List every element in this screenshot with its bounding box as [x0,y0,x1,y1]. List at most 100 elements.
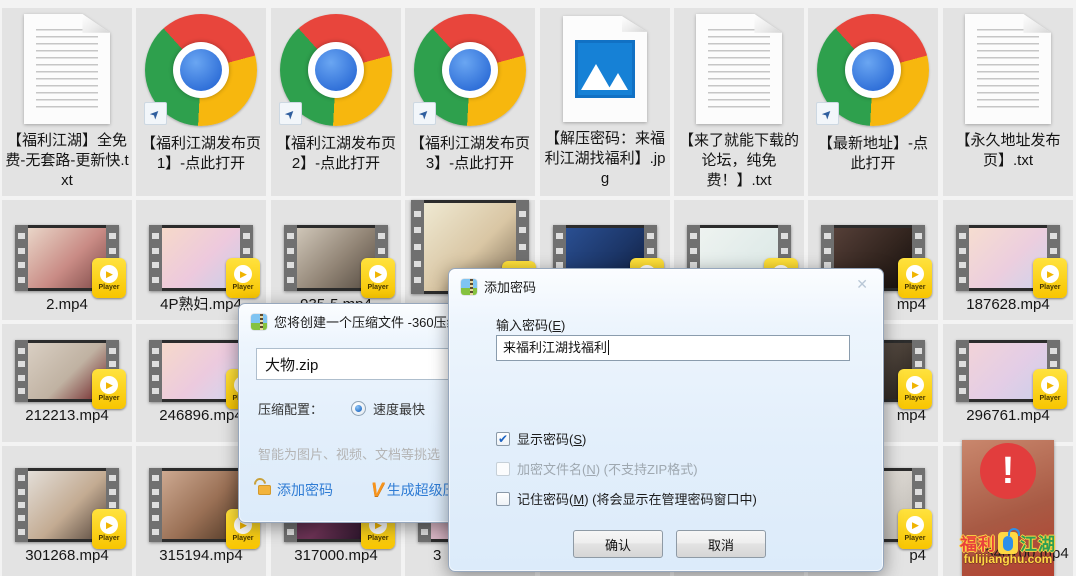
desktop-file-tile[interactable]: ➤【福利江湖发布页1】-点此打开 [136,8,266,196]
smart-compress-hint: 智能为图片、视频、文档等挑选 [258,444,440,463]
player-badge[interactable]: ▶Player [92,509,126,549]
film-sprocket-hole [959,262,966,268]
film-sprocket-hole [287,262,294,268]
film-thumbnail[interactable]: ▶Player [15,468,119,542]
player-badge[interactable]: ▶Player [898,369,932,409]
checkbox-row-1[interactable]: 加密文件名(N) (不支持ZIP格式) [496,459,757,478]
video-file-tile[interactable]: ▶Player296761.mp4 [943,324,1073,442]
film-thumbnail[interactable]: ▶Player [284,225,388,291]
film-sprocket-hole [959,348,966,354]
film-strip-edge [15,468,28,542]
film-thumbnail[interactable]: ▶Player [15,340,119,402]
film-strip-edge [149,340,162,402]
shortcut-arrow-icon: ➤ [413,102,436,125]
file-name: 【解压密码：来福利江湖找福利】.jpg [540,129,670,189]
player-badge-label: Player [232,535,253,542]
cancel-button[interactable]: 取消 [676,530,766,558]
shortcut-arrow-icon: ➤ [144,102,167,125]
video-file-tile[interactable]: ▶Player2.mp4 [2,200,132,320]
confirm-button[interactable]: 确认 [573,530,663,558]
add-password-link[interactable]: 添加密码 [277,480,333,500]
player-badge-label: Player [232,284,253,291]
film-sprocket-hole [378,248,385,254]
desktop-file-tile[interactable]: ➤【福利江湖发布页2】-点此打开 [271,8,401,196]
film-sprocket-hole [109,502,116,508]
film-sprocket-hole [915,233,922,239]
film-sprocket-hole [18,277,25,283]
film-sprocket-hole [152,277,159,283]
file-name: 【福利江湖发布页2】-点此打开 [271,134,401,174]
film-sprocket-hole [18,515,25,521]
desktop-file-tile[interactable]: ➤【福利江湖发布页3】-点此打开 [405,8,535,196]
film-sprocket-hole [414,244,421,250]
desktop-file-tile[interactable]: 【福利江湖】全免费-无套路-更新快.txt [2,8,132,196]
player-badge[interactable]: ▶Player [898,509,932,549]
film-sprocket-hole [556,248,563,254]
shortcut-arrow-icon: ➤ [816,102,839,125]
play-icon: ▶ [906,516,924,534]
player-badge[interactable]: ▶Player [92,369,126,409]
player-badge[interactable]: ▶Player [898,258,932,298]
film-sprocket-hole [959,375,966,381]
film-thumbnail[interactable]: ▶Player [956,340,1060,402]
film-sprocket-hole [152,502,159,508]
film-sprocket-hole [959,388,966,394]
film-sprocket-hole [824,248,831,254]
player-badge[interactable]: ▶Player [92,258,126,298]
close-icon[interactable]: ✕ [854,275,870,293]
password-field-label: 输入密码(E) [496,315,565,334]
film-sprocket-hole [152,262,159,268]
file-manager-page: 【福利江湖】全免费-无套路-更新快.txt➤【福利江湖发布页1】-点此打开➤【福… [0,0,1076,576]
desktop-file-tile[interactable]: ➤【最新地址】-点此打开 [808,8,938,196]
film-sprocket-hole [152,489,159,495]
film-sprocket-hole [915,502,922,508]
desktop-file-tile[interactable]: 【永久地址发布页】.txt [943,8,1073,196]
chrome-shortcut-icon: ➤ [144,13,258,127]
film-sprocket-hole [109,475,116,481]
player-badge[interactable]: ▶Player [1033,258,1067,298]
file-name: 2.mp4 [44,295,90,315]
play-icon: ▶ [100,265,118,283]
checkbox[interactable] [496,492,510,506]
video-file-tile[interactable]: ▶Player301268.mp4 [2,446,132,576]
film-sprocket-hole [959,248,966,254]
film-sprocket-hole [556,233,563,239]
video-file-tile[interactable]: ▶Player4P熟妇.mp4 [136,200,266,320]
film-sprocket-hole [915,489,922,495]
video-file-tile[interactable]: ▶Player935-5.mp4 [271,200,401,320]
film-sprocket-hole [915,248,922,254]
fastest-speed-radio[interactable] [351,401,366,416]
film-thumbnail[interactable]: ▶Player [15,225,119,291]
play-icon: ▶ [1041,265,1059,283]
film-sprocket-hole [18,233,25,239]
checkbox[interactable] [496,462,510,476]
desktop-file-tile[interactable]: 【解压密码：来福利江湖找福利】.jpg [540,8,670,196]
film-thumbnail[interactable]: ▶Player [956,225,1060,291]
film-strip-edge [956,225,969,291]
player-badge-label: Player [1039,284,1060,291]
film-sprocket-hole [915,348,922,354]
txt-file-icon [696,14,782,124]
checkbox-row-2[interactable]: 记住密码(M) (将会显示在管理密码窗口中) [496,489,757,508]
film-sprocket-hole [414,261,421,267]
film-thumbnail[interactable]: ▶Player [149,225,253,291]
video-file-tile[interactable]: !340700.mp4福利江湖fulijianghu.com [943,446,1073,576]
video-file-tile[interactable]: ▶Player187628.mp4 [943,200,1073,320]
film-sprocket-hole [152,529,159,535]
film-sprocket-hole [18,348,25,354]
film-sprocket-hole [18,475,25,481]
desktop-file-tile[interactable]: 【来了就能下载的论坛，纯免费！】.txt [674,8,804,196]
player-badge[interactable]: ▶Player [361,258,395,298]
text-caret [608,340,609,355]
video-file-tile[interactable]: ▶Player212213.mp4 [2,324,132,442]
film-sprocket-hole [1050,348,1057,354]
film-sprocket-hole [18,529,25,535]
film-sprocket-hole [959,361,966,367]
checkbox-row-0[interactable]: ✔显示密码(S) [496,429,757,448]
player-badge[interactable]: ▶Player [226,258,260,298]
password-input[interactable]: 来福利江湖找福利 [496,335,850,361]
player-badge[interactable]: ▶Player [1033,369,1067,409]
jpg-file-icon [563,16,647,122]
checkbox[interactable]: ✔ [496,432,510,446]
film-sprocket-hole [109,248,116,254]
